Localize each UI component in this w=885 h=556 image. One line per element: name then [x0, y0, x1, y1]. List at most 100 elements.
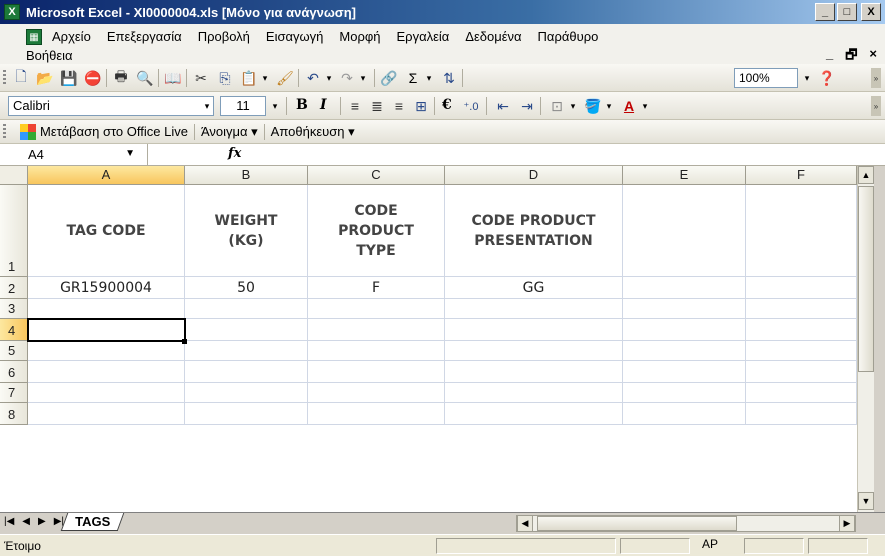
select-all-corner[interactable]	[0, 166, 28, 185]
formatting-options-icon[interactable]: »	[871, 96, 881, 116]
cell-a5[interactable]	[28, 341, 185, 361]
cell-b3[interactable]	[185, 299, 308, 319]
cell-e2[interactable]	[623, 277, 746, 299]
horizontal-scrollbar[interactable]: ◀ ▶	[516, 515, 856, 532]
decrease-indent-icon[interactable]: ⇤	[494, 97, 512, 115]
formula-input[interactable]	[288, 144, 885, 165]
print-preview-icon[interactable]: 🔍	[136, 69, 154, 87]
cut-icon[interactable]: ✂	[192, 69, 210, 87]
row-header-1[interactable]: 1	[0, 185, 28, 277]
column-header-d[interactable]: D	[445, 166, 623, 185]
merge-center-icon[interactable]: ⊞	[412, 97, 430, 115]
cell-f4[interactable]	[746, 319, 857, 341]
format-painter-icon[interactable]: 🖌	[276, 69, 294, 87]
align-right-icon[interactable]: ≡	[390, 97, 408, 115]
horizontal-scroll-thumb[interactable]	[537, 516, 737, 531]
cell-f1[interactable]	[746, 185, 857, 277]
document-icon[interactable]: ▦	[26, 29, 42, 45]
align-center-icon[interactable]: ≣	[368, 97, 386, 115]
first-sheet-icon[interactable]: |◀	[4, 516, 14, 527]
italic-button[interactable]: I	[320, 97, 327, 113]
cell-c6[interactable]	[308, 361, 445, 383]
column-header-c[interactable]: C	[308, 166, 445, 185]
autosum-icon[interactable]: Σ	[404, 69, 422, 87]
cell-c2[interactable]: F	[308, 277, 445, 299]
cell-b8[interactable]	[185, 403, 308, 425]
cell-b7[interactable]	[185, 383, 308, 403]
toolbar-grip[interactable]	[3, 124, 6, 140]
cell-e8[interactable]	[623, 403, 746, 425]
menu-edit[interactable]: Επεξεργασία	[107, 29, 182, 44]
font-size-dropdown-icon[interactable]: ▾	[268, 97, 282, 115]
name-box-dropdown-icon[interactable]: ▼	[125, 148, 135, 159]
cell-c5[interactable]	[308, 341, 445, 361]
next-sheet-icon[interactable]: ▶	[38, 516, 46, 527]
cell-b1[interactable]: WEIGHT (KG)	[185, 185, 308, 277]
fill-color-dropdown-icon[interactable]: ▾	[602, 97, 616, 115]
borders-icon[interactable]: ⊡	[548, 97, 566, 115]
currency-button[interactable]: €	[442, 97, 452, 113]
undo-dropdown-icon[interactable]: ▾	[322, 69, 336, 87]
menu-tools[interactable]: Εργαλεία	[397, 29, 450, 44]
cell-a6[interactable]	[28, 361, 185, 383]
row-header-5[interactable]: 5	[0, 341, 28, 361]
cell-b6[interactable]	[185, 361, 308, 383]
row-header-6[interactable]: 6	[0, 361, 28, 383]
column-header-e[interactable]: E	[623, 166, 746, 185]
cell-f5[interactable]	[746, 341, 857, 361]
hyperlink-icon[interactable]: 🔗	[380, 69, 398, 87]
menu-window[interactable]: Παράθυρο	[538, 29, 599, 44]
cell-f2[interactable]	[746, 277, 857, 299]
column-header-a[interactable]: A	[28, 166, 185, 185]
cell-c7[interactable]	[308, 383, 445, 403]
insert-function-icon[interactable]: fx	[148, 144, 288, 165]
scroll-down-icon[interactable]: ▼	[858, 492, 874, 510]
prev-sheet-icon[interactable]: ◀	[22, 516, 30, 527]
cell-f7[interactable]	[746, 383, 857, 403]
cell-b5[interactable]	[185, 341, 308, 361]
excel-app-icon[interactable]: X	[4, 4, 20, 20]
cell-f3[interactable]	[746, 299, 857, 319]
font-color-dropdown-icon[interactable]: ▾	[638, 97, 652, 115]
cell-e3[interactable]	[623, 299, 746, 319]
increase-decimal-icon[interactable]: ⁺.0	[462, 97, 480, 115]
font-name-dropdown-icon[interactable]: ▾	[200, 97, 214, 115]
cell-e1[interactable]	[623, 185, 746, 277]
cell-e4[interactable]	[623, 319, 746, 341]
menu-data[interactable]: Δεδομένα	[465, 29, 521, 44]
borders-dropdown-icon[interactable]: ▾	[566, 97, 580, 115]
cell-b2[interactable]: 50	[185, 277, 308, 299]
cell-a1[interactable]: TAG CODE	[28, 185, 185, 277]
print-icon[interactable]: 🖶	[112, 68, 130, 87]
cell-d3[interactable]	[445, 299, 623, 319]
cell-a8[interactable]	[28, 403, 185, 425]
toolbar-grip[interactable]	[3, 70, 6, 86]
fill-color-icon[interactable]: 🪣	[584, 97, 602, 115]
cell-e7[interactable]	[623, 383, 746, 403]
help-icon[interactable]: ❓	[818, 69, 836, 87]
column-header-f[interactable]: F	[746, 166, 857, 185]
new-icon[interactable]: 🗋	[12, 68, 30, 87]
toolbar-options-icon[interactable]: »	[871, 68, 881, 88]
row-header-3[interactable]: 3	[0, 299, 28, 319]
row-header-2[interactable]: 2	[0, 277, 28, 299]
goto-office-live-button[interactable]: Μετάβαση στο Office Live	[40, 124, 188, 140]
vertical-scroll-thumb[interactable]	[858, 186, 874, 372]
scroll-right-icon[interactable]: ▶	[839, 515, 855, 532]
maximize-button[interactable]: □	[837, 3, 857, 21]
cell-c1[interactable]: CODE PRODUCT TYPE	[308, 185, 445, 277]
font-name-field[interactable]: Calibri	[8, 96, 214, 116]
autosum-dropdown-icon[interactable]: ▾	[422, 69, 436, 87]
cell-c3[interactable]	[308, 299, 445, 319]
row-header-8[interactable]: 8	[0, 403, 28, 425]
sheet-tab-tags[interactable]: TAGS	[60, 513, 125, 531]
zoom-dropdown-icon[interactable]: ▾	[800, 69, 814, 87]
bold-button[interactable]: B	[296, 97, 308, 113]
vertical-scrollbar[interactable]: ▲ ▼	[857, 166, 874, 512]
cell-e6[interactable]	[623, 361, 746, 383]
minimize-button[interactable]: _	[815, 3, 835, 21]
open-dropdown-button[interactable]: Άνοιγμα ▾	[201, 124, 258, 140]
align-left-icon[interactable]: ≡	[346, 97, 364, 115]
cell-a2[interactable]: GR15900004	[28, 277, 185, 299]
cell-c4[interactable]	[308, 319, 445, 341]
